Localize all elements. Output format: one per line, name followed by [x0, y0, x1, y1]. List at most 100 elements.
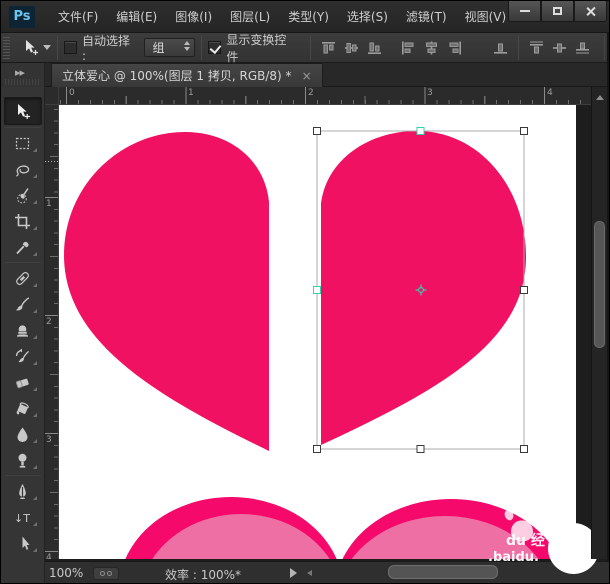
pen-tool-icon: [19, 483, 26, 499]
status-bar: 100% 效率 : 100%*: [45, 561, 609, 583]
status-menu-arrow-icon[interactable]: [290, 568, 297, 578]
show-transform-checkbox[interactable]: [208, 41, 222, 54]
tool-history-brush[interactable]: [4, 343, 42, 369]
menu-file[interactable]: 文件(F): [49, 4, 107, 29]
align-left-edges-icon[interactable]: [400, 40, 417, 56]
tool-crop[interactable]: [4, 208, 42, 234]
tool-group-separator: [4, 262, 41, 263]
tool-path-selection[interactable]: [4, 530, 42, 556]
clone-stamp-tool-icon: [17, 324, 28, 337]
status-options-button[interactable]: [93, 567, 119, 580]
maximize-button[interactable]: [541, 1, 574, 22]
tool-dodge[interactable]: [4, 447, 42, 473]
align-bottom-edges-icon[interactable]: [366, 40, 383, 56]
right-half-heart-shape[interactable]: [321, 131, 526, 445]
dropdown-spinner-icon: [184, 41, 191, 51]
ruler-label: 4: [46, 553, 52, 559]
options-separator: [56, 35, 58, 60]
distribute-middle-icon[interactable]: [574, 40, 591, 56]
canvas-artwork: [64, 127, 560, 559]
healing-brush-tool-icon: [16, 271, 29, 285]
tool-eraser[interactable]: [4, 369, 42, 395]
menu-image[interactable]: 图像(I): [166, 4, 221, 29]
tools-panel: ↓T: [1, 87, 45, 583]
dodge-tool-icon: [18, 453, 27, 468]
document-canvas[interactable]: [59, 105, 576, 559]
menu-select[interactable]: 选择(S): [338, 4, 397, 29]
align-right-edges-icon[interactable]: [446, 40, 463, 56]
vertical-type-tool-icon: ↓T: [14, 512, 30, 525]
transform-handle-mid-left[interactable]: [313, 286, 321, 294]
scroll-up-icon[interactable]: [596, 95, 604, 100]
menu-layer[interactable]: 图层(L): [221, 4, 279, 29]
tool-pen[interactable]: [4, 478, 42, 504]
transform-handle-mid-right[interactable]: [520, 286, 528, 294]
close-button[interactable]: [574, 1, 607, 22]
photoshop-logo: Ps: [9, 5, 35, 28]
path-selection-tool-icon: [22, 536, 30, 550]
ruler-corner[interactable]: [45, 87, 59, 105]
maximize-icon: [553, 7, 562, 15]
tool-quick-selection[interactable]: [4, 182, 42, 208]
tool-lasso[interactable]: [4, 156, 42, 182]
current-tool-button[interactable]: [22, 39, 51, 56]
collapse-panel-icon[interactable]: ▸▸: [15, 66, 25, 79]
vertical-ruler[interactable]: 1 2 3 4: [45, 105, 59, 559]
tool-options-bar: 自动选择 : 组 显示变换控件: [1, 32, 609, 64]
menu-filter[interactable]: 滤镜(T): [397, 4, 456, 29]
transform-handle-bottom-center[interactable]: [416, 445, 425, 453]
ruler-label: 0: [69, 88, 75, 98]
auto-select-target-dropdown[interactable]: 组: [143, 38, 196, 57]
eyedropper-tool-icon: [16, 241, 29, 254]
show-transform-label: 显示变换控件: [226, 32, 287, 64]
align-horizontal-centers-icon[interactable]: [423, 40, 440, 56]
efficiency-value: 100%*: [200, 568, 241, 582]
horizontal-scrollbar-thumb[interactable]: [388, 565, 498, 579]
document-tab[interactable]: 立体爱心 @ 100%(图层 1 拷贝, RGB/8) * ×: [51, 63, 323, 87]
eraser-tool-icon: [15, 378, 29, 388]
tool-spot-healing-brush[interactable]: [4, 265, 42, 291]
photoshop-window: Ps 文件(F) 编辑(E) 图像(I) 图层(L) 类型(Y) 选择(S) 滤…: [0, 0, 610, 584]
distribute-bottom-icon[interactable]: [492, 40, 509, 56]
svg-text:↓T: ↓T: [14, 512, 30, 525]
transform-handle-top-right[interactable]: [520, 127, 528, 135]
ruler-label: 2: [46, 317, 52, 327]
tool-rectangular-marquee[interactable]: [4, 130, 42, 156]
quick-selection-tool-icon: [17, 187, 29, 203]
vertical-scrollbar-thumb[interactable]: [594, 221, 605, 348]
auto-select-target-value: 组: [152, 41, 165, 55]
tool-move[interactable]: [3, 97, 42, 125]
tool-eyedropper[interactable]: [4, 234, 42, 260]
auto-select-checkbox[interactable]: [63, 41, 77, 54]
efficiency-status: 效率 : 100%*: [165, 566, 241, 583]
tool-blur[interactable]: [4, 421, 42, 447]
vertical-scrollbar[interactable]: [591, 87, 607, 559]
align-top-edges-icon[interactable]: [320, 40, 337, 56]
menu-view[interactable]: 视图(V): [456, 4, 516, 29]
align-vertical-centers-icon[interactable]: [343, 40, 360, 56]
tool-paint-bucket[interactable]: [4, 395, 42, 421]
transform-handle-top-left[interactable]: [313, 127, 321, 135]
zoom-level-field[interactable]: 100%: [49, 566, 83, 580]
options-grip-handle[interactable]: [3, 36, 10, 59]
tab-close-icon[interactable]: ×: [302, 69, 312, 83]
horizontal-ruler[interactable]: 0 1 2 3 4: [59, 87, 591, 105]
title-bar: Ps 文件(F) 编辑(E) 图像(I) 图层(L) 类型(Y) 选择(S) 滤…: [1, 1, 609, 33]
minimize-button[interactable]: [508, 1, 541, 22]
menu-edit[interactable]: 编辑(E): [107, 4, 166, 29]
tool-vertical-type[interactable]: ↓T: [4, 504, 42, 530]
tool-brush[interactable]: [4, 291, 42, 317]
close-icon: [585, 6, 596, 17]
paint-bucket-tool-icon: [16, 401, 29, 414]
distribute-vertical-centers-icon[interactable]: [551, 40, 568, 56]
scroll-left-icon[interactable]: [307, 570, 312, 576]
menu-type[interactable]: 类型(Y): [279, 4, 338, 29]
transform-handle-bottom-right[interactable]: [520, 445, 528, 453]
left-half-heart-shape[interactable]: [64, 132, 269, 451]
distribute-top-icon[interactable]: [528, 40, 545, 56]
transform-handle-bottom-left[interactable]: [313, 445, 321, 453]
tool-clone-stamp[interactable]: [4, 317, 42, 343]
ruler-label: 1: [46, 199, 52, 209]
panel-grip-handle[interactable]: [5, 79, 41, 85]
transform-handle-top-center[interactable]: [416, 127, 425, 135]
